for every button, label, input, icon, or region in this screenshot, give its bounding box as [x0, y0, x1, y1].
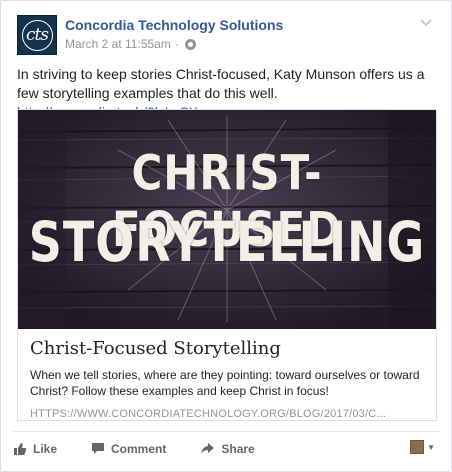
- share-button[interactable]: Share: [200, 436, 255, 456]
- link-attachment[interactable]: CHRIST-FOCUSED STORYTELLING Christ-Focus…: [17, 109, 437, 421]
- thumbs-up-icon: [14, 442, 27, 455]
- caret-down-icon: ▼: [427, 442, 435, 452]
- chevron-down-icon[interactable]: [419, 17, 433, 31]
- comment-button[interactable]: Comment: [91, 436, 166, 456]
- post-header: cts Concordia Technology Solutions March…: [17, 15, 439, 59]
- post-card: cts Concordia Technology Solutions March…: [0, 0, 452, 472]
- globe-icon: [184, 38, 196, 50]
- attachment-description: When we tell stories, where are they poi…: [30, 368, 420, 398]
- meta-separator: ·: [174, 37, 179, 51]
- share-label: Share: [221, 441, 255, 456]
- action-bar: Like Comment Share ▼: [13, 431, 439, 459]
- attachment-url: HTTPS://WWW.CONCORDIATECHNOLOGY.ORG/BLOG…: [30, 408, 387, 420]
- attachment-body: Christ-Focused Storytelling When we tell…: [30, 338, 424, 420]
- avatar-logo: cts: [21, 19, 53, 51]
- post-meta: March 2 at 11:55am ·: [65, 37, 196, 51]
- attachment-title[interactable]: Christ-Focused Storytelling: [30, 338, 424, 359]
- page-name-link[interactable]: Concordia Technology Solutions: [65, 17, 283, 33]
- comment-bubble-icon: [92, 443, 105, 454]
- like-label: Like: [33, 441, 58, 456]
- comment-label: Comment: [111, 441, 167, 456]
- post-timestamp[interactable]: March 2 at 11:55am: [65, 37, 171, 51]
- share-arrow-icon: [201, 443, 215, 454]
- reactor-avatar: [410, 440, 425, 454]
- reactor-selector[interactable]: ▼: [410, 440, 435, 454]
- post-body: In striving to keep stories Christ-focus…: [17, 66, 425, 101]
- like-button[interactable]: Like: [13, 436, 57, 456]
- hero-title-line2: STORYTELLING: [28, 209, 426, 275]
- page-avatar[interactable]: cts: [17, 15, 57, 55]
- attachment-image[interactable]: CHRIST-FOCUSED STORYTELLING: [18, 110, 436, 329]
